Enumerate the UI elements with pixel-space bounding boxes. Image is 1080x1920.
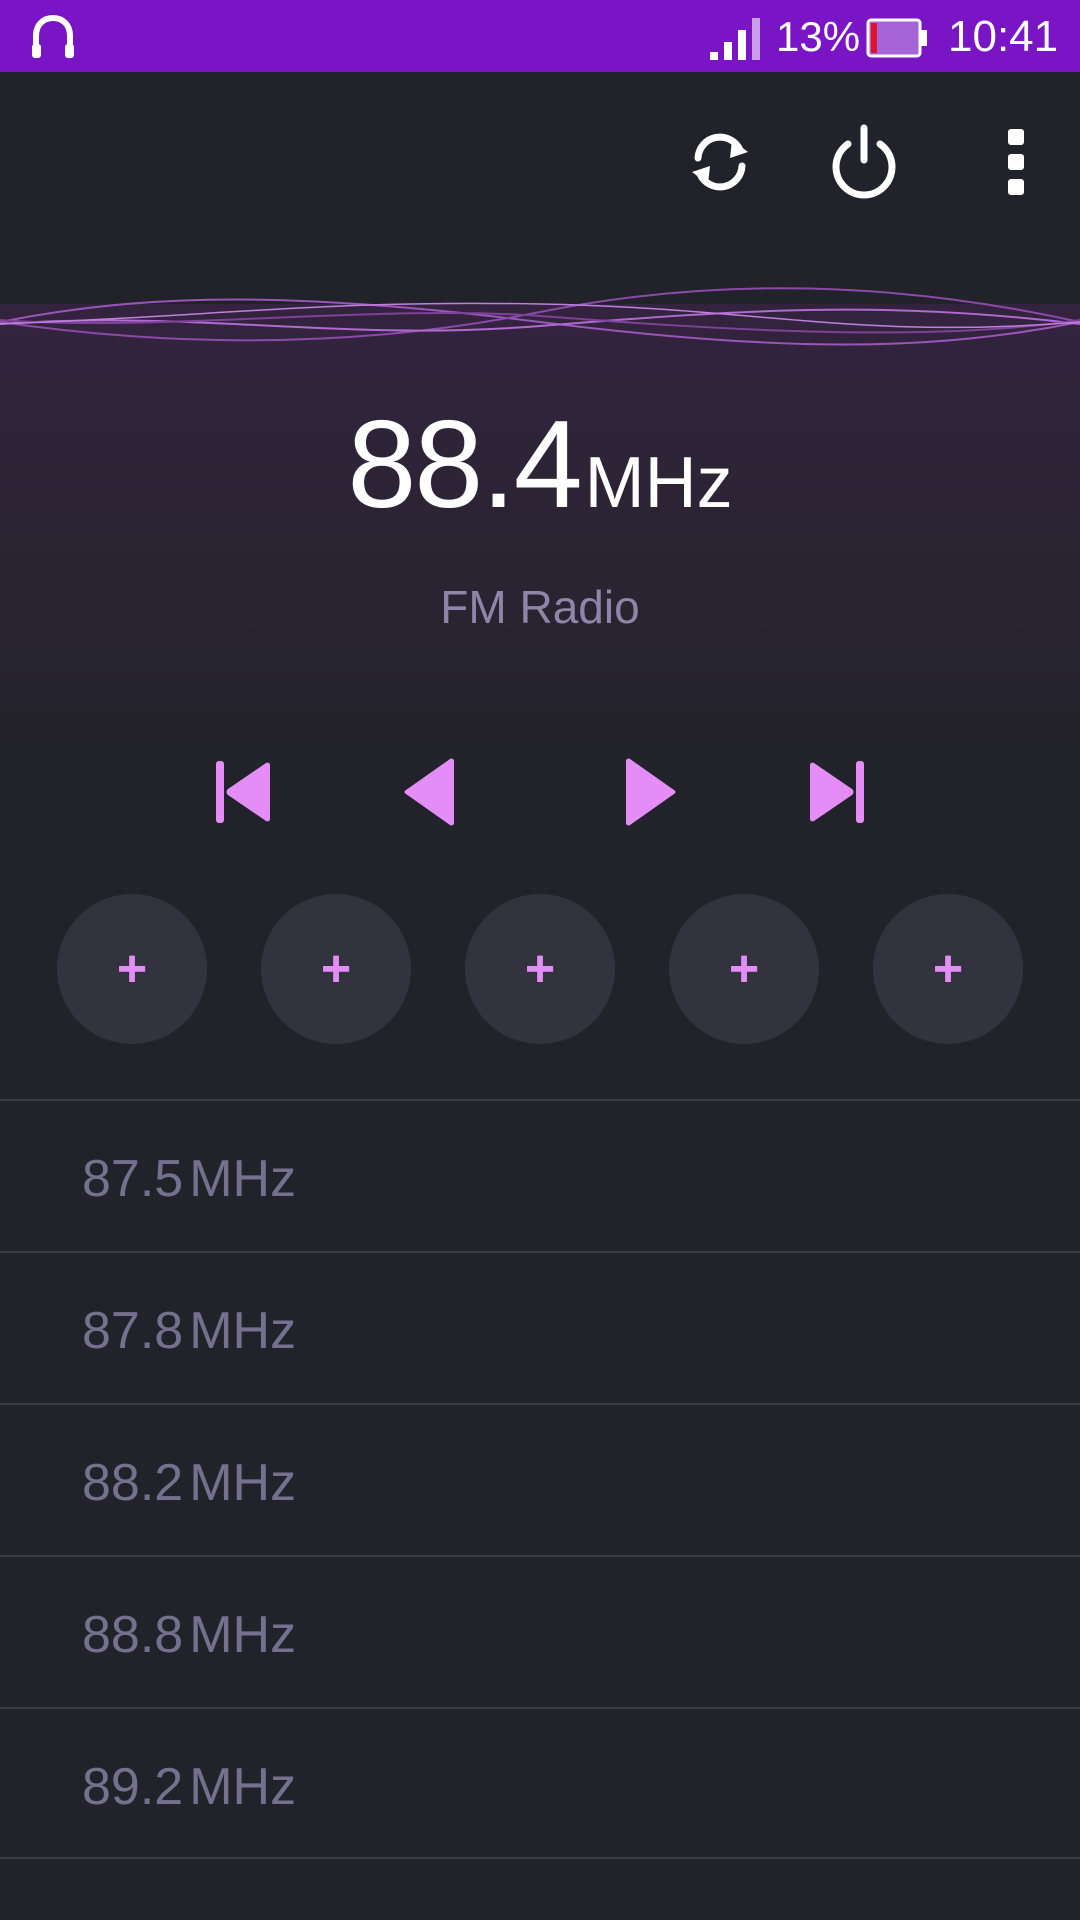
seek-forward-button[interactable] xyxy=(600,742,700,842)
skip-next-icon xyxy=(810,761,864,823)
add-icon: + xyxy=(524,940,556,998)
preset-button-2[interactable]: + xyxy=(261,894,411,1044)
frequency-unit: MHz xyxy=(584,443,733,523)
clock: 10:41 xyxy=(948,12,1059,61)
battery-percent: 13% xyxy=(776,13,861,60)
station-list-item[interactable]: 88.8 MHz xyxy=(0,1555,1080,1707)
add-icon: + xyxy=(728,940,760,998)
station-list-item[interactable]: 87.5 MHz xyxy=(0,1099,1080,1251)
preset-button-3[interactable]: + xyxy=(465,894,615,1044)
preset-button-5[interactable]: + xyxy=(873,894,1023,1044)
station-list-item[interactable]: 87.8 MHz xyxy=(0,1251,1080,1403)
station-frequency: 88.8 MHz xyxy=(82,1606,297,1664)
preset-button-1[interactable]: + xyxy=(57,894,207,1044)
add-icon: + xyxy=(116,940,148,998)
headphone-icon xyxy=(32,14,74,58)
refresh-button[interactable] xyxy=(670,112,770,212)
seek-back-button[interactable] xyxy=(380,742,480,842)
more-options-button[interactable] xyxy=(966,112,1066,212)
station-list-item[interactable]: 89.2 MHz xyxy=(0,1707,1080,1859)
current-frequency: 88.4MHz xyxy=(0,394,1080,536)
station-name: FM Radio xyxy=(440,581,640,633)
frequency-value: 88.4 xyxy=(347,396,582,534)
seek-forward-icon xyxy=(626,758,676,826)
station-list-item[interactable]: 88.2 MHz xyxy=(0,1403,1080,1555)
station-frequency: 88.2 MHz xyxy=(82,1454,297,1512)
add-icon: + xyxy=(932,940,964,998)
station-frequency: 87.8 MHz xyxy=(82,1302,297,1360)
add-icon: + xyxy=(320,940,352,998)
power-button[interactable] xyxy=(814,112,914,212)
skip-previous-icon xyxy=(216,761,270,823)
skip-next-button[interactable] xyxy=(786,742,886,842)
preset-button-4[interactable]: + xyxy=(669,894,819,1044)
signal-icon xyxy=(710,18,760,60)
refresh-icon xyxy=(692,133,748,191)
fm-radio-screen: 88.4MHz FM Radio + + + + + 87.5 MHz 87.8… xyxy=(0,72,1080,1920)
station-frequency: 89.2 MHz xyxy=(82,1758,297,1816)
power-icon xyxy=(832,124,896,199)
skip-previous-button[interactable] xyxy=(194,742,294,842)
seek-back-icon xyxy=(404,758,454,826)
more-vert-icon xyxy=(1008,129,1024,195)
station-frequency: 87.5 MHz xyxy=(82,1150,297,1208)
battery-icon xyxy=(866,18,927,58)
audio-wave xyxy=(0,287,1080,346)
status-bar: 13% 10:41 xyxy=(0,0,1080,72)
station-list: 87.5 MHz 87.8 MHz 88.2 MHz 88.8 MHz 89.2 MHz xyxy=(0,1099,1080,1859)
